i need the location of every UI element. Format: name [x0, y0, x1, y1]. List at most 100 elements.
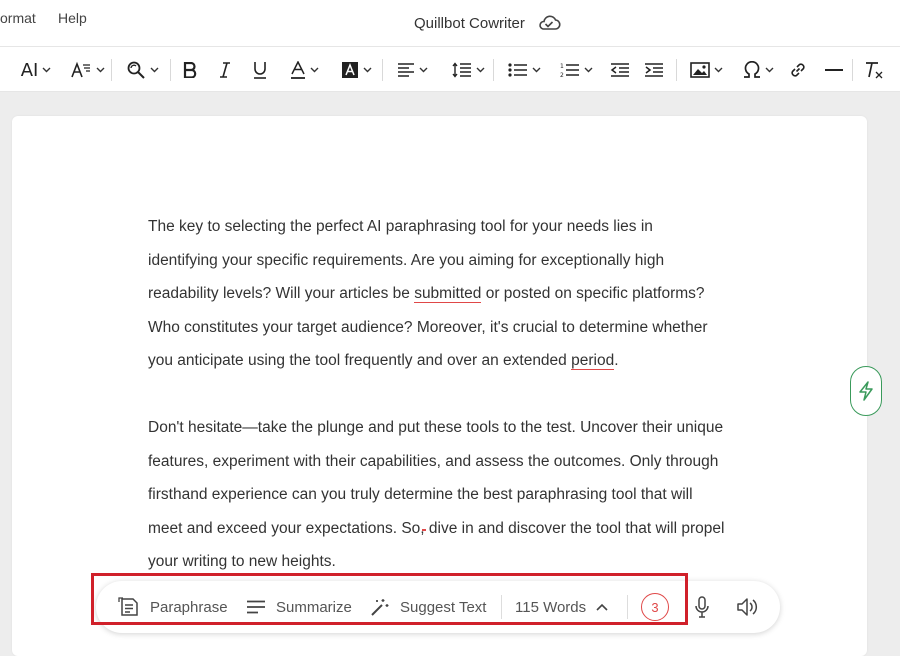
toolbar-divider [493, 59, 494, 81]
magic-wand-icon [371, 599, 389, 616]
bullet-list-icon [507, 63, 527, 77]
special-char-icon [743, 61, 760, 78]
special-char-dropdown[interactable] [736, 47, 780, 93]
spelling-error-word[interactable]: period [571, 352, 615, 371]
toolbar-divider [111, 59, 112, 81]
text-style-icon [70, 61, 90, 78]
ai-assistant-button[interactable] [850, 366, 882, 416]
outdent-button[interactable] [608, 47, 632, 93]
bar-divider [627, 595, 628, 619]
document-page[interactable]: The key to selecting the perfect AI para… [12, 116, 867, 656]
text-line: The key to selecting the perfect AI para… [148, 218, 653, 235]
paraphrase-label: Paraphrase [150, 598, 228, 616]
link-button[interactable] [786, 47, 810, 93]
menu-format[interactable]: ormat [0, 10, 36, 26]
issues-count-badge[interactable]: 3 [641, 593, 669, 621]
formatting-toolbar: AI 12 [0, 46, 900, 92]
chevron-down-icon [42, 67, 51, 73]
text-line: identifying your specific requirements. … [148, 251, 665, 269]
paragraph[interactable]: Don't hesitate—take the plunge and put t… [148, 411, 808, 579]
punctuation-error[interactable]: , [420, 520, 424, 537]
highlight-color-dropdown[interactable] [334, 47, 378, 93]
paraphrase-button[interactable]: Paraphrase [118, 581, 228, 633]
text-line: Don't hesitate—take the plunge and put t… [148, 419, 724, 436]
toolbar-divider [676, 59, 677, 81]
italic-icon [220, 62, 230, 78]
horizontal-line-button[interactable] [822, 47, 846, 93]
text-style-dropdown[interactable] [66, 47, 108, 93]
find-replace-dropdown[interactable] [120, 47, 164, 93]
speaker-icon [737, 598, 758, 616]
bullet-list-dropdown[interactable] [502, 47, 546, 93]
toolbar-divider [852, 59, 853, 81]
line-height-dropdown[interactable] [446, 47, 490, 93]
microphone-button[interactable] [694, 581, 720, 633]
bold-button[interactable] [178, 47, 202, 93]
underline-icon [254, 62, 266, 79]
chevron-up-icon [596, 603, 608, 611]
line-height-icon [451, 62, 471, 78]
toolbar-divider [382, 59, 383, 81]
chevron-down-icon [584, 67, 592, 73]
find-replace-icon [127, 61, 145, 79]
font-size-icon: AI [20, 59, 39, 81]
clear-format-button[interactable] [862, 47, 886, 93]
svg-text:1: 1 [560, 63, 564, 70]
word-count-toggle[interactable]: 115 Words [515, 581, 608, 633]
document-title-area: Quillbot Cowriter [414, 14, 561, 32]
text-line: meet and exceed your expectations. So, d… [148, 512, 808, 546]
font-size-dropdown[interactable]: AI [14, 47, 58, 93]
underline-button[interactable] [248, 47, 272, 93]
suggest-text-button[interactable]: Suggest Text [370, 581, 486, 633]
text-line: readability levels? Will your articles b… [148, 277, 808, 311]
paraphrase-icon [118, 597, 138, 616]
spelling-error-word[interactable]: submitted [414, 285, 482, 304]
link-icon [791, 63, 805, 77]
indent-icon [645, 63, 663, 77]
text-line: Who constitutes your target audience? Mo… [148, 318, 708, 336]
chevron-down-icon [532, 67, 540, 73]
chevron-down-icon [419, 67, 427, 73]
paragraph[interactable]: The key to selecting the perfect AI para… [148, 210, 808, 378]
clear-format-icon [866, 62, 883, 79]
highlight-color-icon [341, 62, 358, 78]
font-color-dropdown[interactable] [282, 47, 326, 93]
chevron-down-icon [96, 67, 104, 73]
chevron-down-icon [310, 67, 318, 73]
outdent-icon [610, 63, 629, 77]
indent-button[interactable] [642, 47, 666, 93]
text-line: you anticipate using the tool frequently… [148, 344, 808, 378]
text-line: features, experiment with their capabili… [148, 452, 719, 470]
text-to-speech-button[interactable] [736, 581, 770, 633]
svg-text:2: 2 [560, 72, 564, 78]
align-dropdown[interactable] [390, 47, 434, 93]
bottom-action-bar: Paraphrase Summarize Suggest Text 115 Wo… [96, 581, 780, 633]
suggest-text-label: Suggest Text [400, 598, 487, 616]
image-dropdown[interactable] [684, 47, 728, 93]
text-segment: or posted on specific platforms? [481, 285, 705, 303]
menu-bar: ormat Help Quillbot Cowriter [0, 0, 900, 46]
image-icon [689, 62, 710, 78]
text-segment: meet and exceed your expectations. So [148, 519, 421, 537]
horizontal-line-icon [825, 69, 843, 71]
word-count-label: 115 Words [515, 598, 587, 616]
font-color-icon [290, 61, 305, 79]
summarize-button[interactable]: Summarize [246, 581, 352, 633]
text-segment: you anticipate using the tool frequently… [148, 352, 572, 370]
text-segment: dive in and discover the tool that will … [424, 519, 725, 537]
summarize-icon [247, 600, 265, 614]
chevron-down-icon [150, 67, 158, 73]
chevron-down-icon [363, 67, 371, 73]
numbered-list-dropdown[interactable]: 12 [554, 47, 598, 93]
bar-divider [501, 595, 502, 619]
italic-button[interactable] [213, 47, 237, 93]
chevron-down-icon [714, 67, 722, 73]
bold-icon [183, 62, 197, 78]
menu-help[interactable]: Help [58, 10, 87, 26]
numbered-list-icon: 12 [560, 63, 579, 78]
text-line: your writing to new heights. [148, 553, 336, 571]
text-segment: . [614, 352, 619, 370]
text-line: firsthand experience can you truly deter… [148, 486, 693, 504]
document-title: Quillbot Cowriter [414, 14, 525, 32]
chevron-down-icon [476, 67, 484, 73]
